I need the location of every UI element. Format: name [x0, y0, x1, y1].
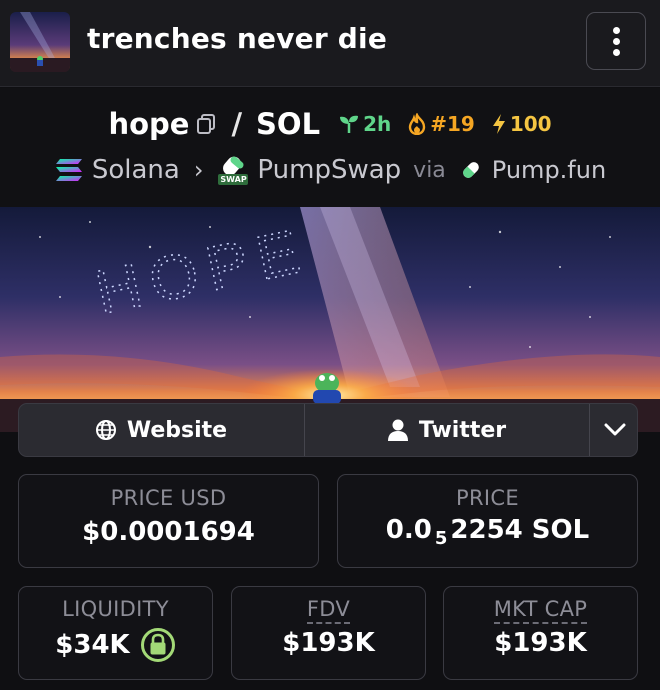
price-sol-label: PRICE	[456, 486, 519, 510]
dex-icon: SWAP	[217, 154, 249, 186]
pair-info: hope / SOL 2h #19 100 Solana › SWAP Pump…	[0, 88, 660, 207]
price-sol-suffix: 2254 SOL	[450, 515, 590, 545]
twitter-label: Twitter	[418, 417, 507, 443]
lightning-icon	[492, 114, 505, 134]
price-usd-card: PRICE USD $0.0001694	[18, 474, 319, 568]
market-cap-card: MKT CAP $193K	[443, 586, 638, 680]
token-avatar	[10, 12, 70, 72]
chevron-down-icon	[604, 423, 625, 436]
kebab-menu-icon	[613, 27, 620, 34]
lock-icon[interactable]	[140, 627, 176, 663]
mkt-cap-label[interactable]: MKT CAP	[493, 597, 588, 624]
solana-icon	[55, 159, 82, 181]
user-icon	[387, 419, 408, 441]
age-value: 2h	[363, 112, 392, 136]
quote-token-symbol: SOL	[256, 107, 321, 141]
pill-icon	[462, 162, 479, 178]
chevron-right-icon: ›	[193, 156, 204, 184]
kebab-dot	[613, 38, 620, 45]
chain-link[interactable]: Solana	[92, 155, 180, 185]
liquidity-label: LIQUIDITY	[62, 597, 169, 621]
launchpad-link[interactable]: Pump.fun	[492, 156, 606, 184]
website-label: Website	[126, 417, 228, 443]
fdv-label[interactable]: FDV	[306, 597, 351, 624]
pair-separator: /	[231, 107, 243, 141]
rank-value: #19	[430, 112, 475, 136]
pair-title-row: hope / SOL 2h #19 100	[0, 106, 660, 142]
liquidity-card: LIQUIDITY $34K	[18, 586, 213, 680]
copy-icon[interactable]	[195, 113, 217, 135]
price-sol-value: 0.0 5 2254 SOL	[338, 515, 637, 549]
liquidity-value: $34K	[55, 630, 130, 660]
twitter-button[interactable]: Twitter	[304, 404, 588, 456]
more-links-dropdown[interactable]	[589, 404, 639, 456]
mkt-cap-label-wrap: MKT CAP	[444, 597, 637, 624]
top-header: trenches never die	[0, 0, 660, 87]
via-label: via	[413, 157, 446, 183]
fire-icon	[409, 113, 426, 135]
price-usd-label: PRICE USD	[110, 486, 227, 510]
price-sol-zero-count: 5	[434, 528, 448, 549]
age-badge: 2h	[338, 112, 391, 136]
price-usd-value: $0.0001694	[82, 517, 255, 547]
dex-link[interactable]: PumpSwap	[257, 155, 401, 185]
price-sol-card: PRICE 0.0 5 2254 SOL	[337, 474, 638, 568]
page-title: trenches never die	[87, 22, 388, 55]
trending-rank-badge[interactable]: #19	[407, 112, 475, 136]
fdv-card: FDV $193K	[231, 586, 426, 680]
seedling-icon	[340, 115, 359, 133]
liquidity-value-row: $34K	[19, 627, 212, 663]
pair-breadcrumb: Solana › SWAP PumpSwap via Pump.fun	[0, 152, 660, 188]
dex-icon-label: SWAP	[220, 175, 247, 184]
mkt-cap-value: $193K	[494, 628, 587, 658]
website-button[interactable]: Website	[19, 404, 303, 456]
token-banner-image: HOPE	[0, 207, 660, 432]
boost-value: 100	[509, 112, 552, 136]
social-links-bar: Website Twitter	[18, 403, 638, 457]
boost-badge[interactable]: 100	[491, 112, 552, 136]
globe-icon	[95, 420, 116, 440]
fdv-label-wrap: FDV	[232, 597, 425, 624]
kebab-dot	[613, 49, 620, 56]
base-token-symbol: hope	[108, 107, 190, 141]
fdv-value: $193K	[282, 628, 375, 658]
more-menu-button[interactable]	[586, 12, 646, 70]
price-sol-prefix: 0.0	[385, 515, 432, 545]
